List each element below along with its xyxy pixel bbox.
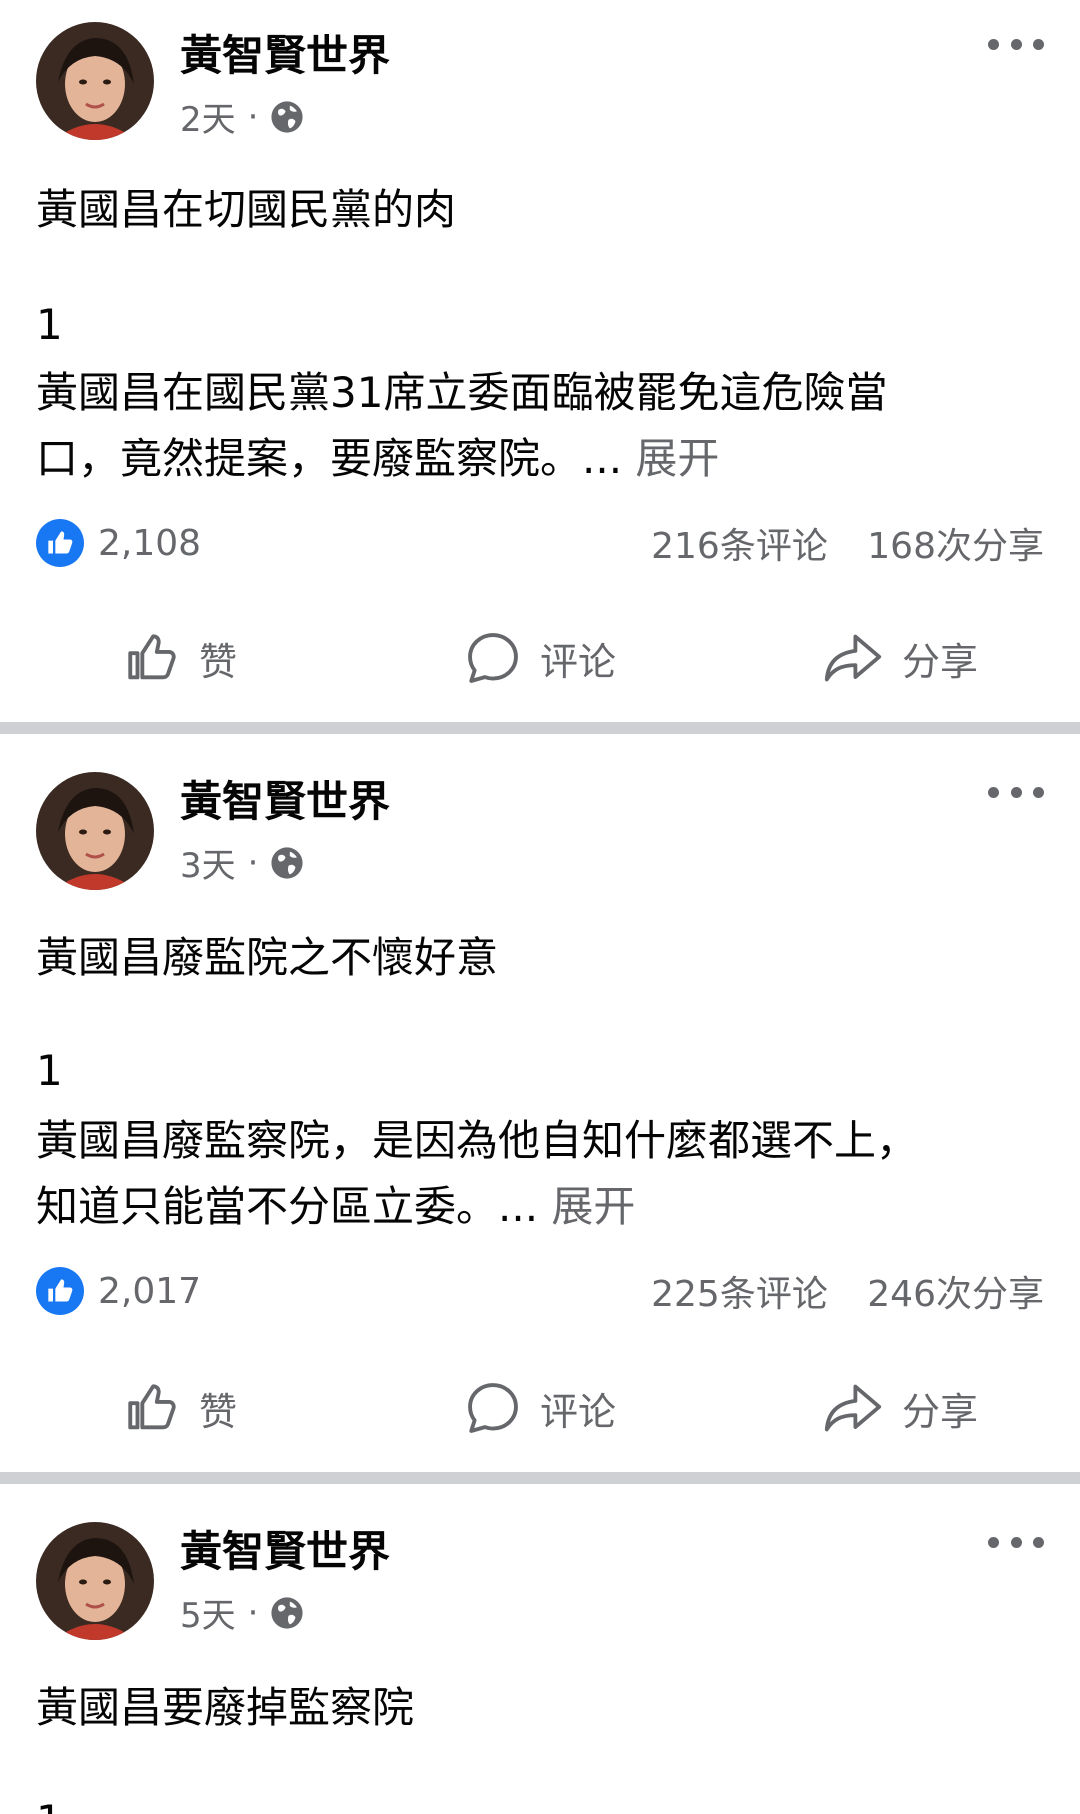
share-count[interactable]: 168次分享 [867,526,1044,567]
post-separator [0,1472,1080,1484]
post-time[interactable]: 3天 [180,838,236,887]
comment-count[interactable]: 225条评论 [651,1274,828,1315]
see-more-link[interactable]: 展开 [635,434,719,483]
avatar[interactable] [36,1522,154,1640]
author-name[interactable]: 黃智賢世界 [180,768,390,829]
like-button[interactable]: 赞 [0,1379,360,1437]
share-arrow-icon [824,1384,882,1432]
thumbs-up-badge-icon [36,1267,84,1315]
post-body-text: 口，竟然提案，要廢監察院。... [36,434,623,483]
thumbs-up-outline-icon [128,1384,176,1430]
share-button[interactable]: 分享 [720,1379,1080,1437]
post-body-line: 黃國昌廢監察院，是因為他自知什麼都選不上， [36,1116,919,1165]
meta-separator: · [247,96,259,137]
post-meta: 3天 · [180,838,304,887]
post-body-text: 知道只能當不分區立委。... [36,1182,539,1231]
post-card: 黃智賢世界 3天 · 黃國昌廢監院之不懷好意 1 黃國昌廢監察院，是因為他自知什… [0,734,1080,1472]
action-bar: 赞 评论 分享 [0,1368,1080,1448]
avatar-photo [36,22,154,140]
meta-separator: · [247,842,259,883]
post-stats: 2,108 216条评论 168次分享 [36,518,1044,568]
comment-count[interactable]: 216条评论 [651,526,828,567]
action-bar: 赞 评论 分享 [0,618,1080,698]
speech-bubble-icon [468,633,518,683]
meta-separator: · [247,1592,259,1633]
more-options-icon[interactable] [988,1534,1044,1550]
post-number: 1 [36,1046,63,1095]
post-card: 黃智賢世界 5天 · 黃國昌要廢掉監察院 1 [0,1484,1080,1814]
share-button[interactable]: 分享 [720,629,1080,687]
post-number: 1 [36,1796,63,1814]
post-body: 黃國昌廢監察院，是因為他自知什麼都選不上， 知道只能當不分區立委。... 展开 [36,1108,1046,1240]
avatar-photo [36,1522,154,1640]
post-meta: 2天 · [180,92,304,141]
like-count: 2,017 [98,1270,202,1312]
post-body-line-2: 知道只能當不分區立委。... 展开 [36,1174,1046,1240]
share-arrow-icon [824,634,882,682]
speech-bubble-icon [468,1383,518,1433]
stats-right: 225条评论 246次分享 [651,1265,1044,1317]
reaction-count[interactable]: 2,017 [36,1267,201,1315]
more-options-icon[interactable] [988,784,1044,800]
post-stats: 2,017 225条评论 246次分享 [36,1266,1044,1316]
avatar[interactable] [36,22,154,140]
post-title: 黃國昌廢監院之不懷好意 [36,933,499,982]
avatar-photo [36,772,154,890]
comment-button[interactable]: 评论 [360,1379,720,1437]
avatar[interactable] [36,772,154,890]
post-meta: 5天 · [180,1588,304,1637]
globe-icon [271,846,304,879]
post-time[interactable]: 2天 [180,92,236,141]
like-button[interactable]: 赞 [0,629,360,687]
see-more-link[interactable]: 展开 [551,1182,635,1231]
post-separator [0,722,1080,734]
post-body-line-2: 口，竟然提案，要廢監察院。... 展开 [36,426,1046,492]
post-body: 黃國昌在國民黨31席立委面臨被罷免這危險當 口，竟然提案，要廢監察院。... 展… [36,360,1046,492]
post-card: 黃智賢世界 2天 · 黃國昌在切國民黨的肉 1 黃國昌在國民黨31席立委面臨被罷… [0,0,1080,722]
share-count[interactable]: 246次分享 [867,1274,1044,1315]
reaction-count[interactable]: 2,108 [36,519,201,567]
comment-label: 评论 [539,639,616,684]
post-time[interactable]: 5天 [180,1588,236,1637]
author-name[interactable]: 黃智賢世界 [180,22,390,83]
comment-button[interactable]: 评论 [360,629,720,687]
like-count: 2,108 [98,522,202,564]
comment-label: 评论 [539,1389,616,1434]
thumbs-up-badge-icon [36,519,84,567]
like-label: 赞 [198,1389,237,1434]
share-label: 分享 [901,639,978,684]
more-options-icon[interactable] [988,36,1044,52]
post-title: 黃國昌要廢掉監察院 [36,1683,415,1732]
author-name[interactable]: 黃智賢世界 [180,1518,390,1579]
news-feed: 黃智賢世界 2天 · 黃國昌在切國民黨的肉 1 黃國昌在國民黨31席立委面臨被罷… [0,0,1080,1814]
share-label: 分享 [901,1389,978,1434]
globe-icon [271,100,304,133]
post-number: 1 [36,300,63,349]
stats-right: 216条评论 168次分享 [651,517,1044,569]
like-label: 赞 [198,639,237,684]
post-title: 黃國昌在切國民黨的肉 [36,185,457,234]
globe-icon [271,1596,304,1629]
post-body-line: 黃國昌在國民黨31席立委面臨被罷免這危險當 [36,368,888,417]
thumbs-up-outline-icon [128,634,176,680]
